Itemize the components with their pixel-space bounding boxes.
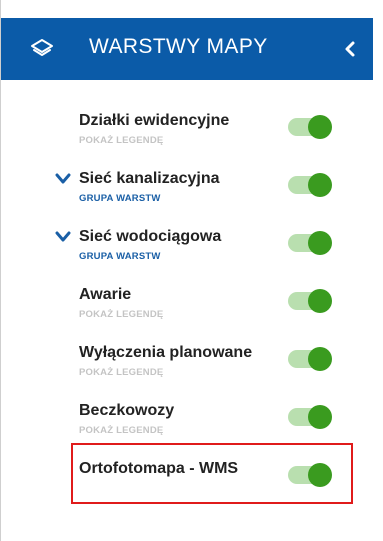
- layer-item: Działki ewidencyjne POKAŻ LEGENDĘ: [1, 100, 373, 158]
- layer-item: Ortofotomapa - WMS: [1, 448, 373, 506]
- layer-item: Beczkowozy POKAŻ LEGENDĘ: [1, 390, 373, 448]
- layer-visibility-toggle[interactable]: [288, 289, 332, 313]
- toggle-knob: [308, 347, 332, 371]
- layer-name: Sieć wodociągowa: [79, 228, 222, 245]
- layer-name: Beczkowozy: [79, 402, 175, 419]
- toggle-knob: [308, 231, 332, 255]
- layer-list: Działki ewidencyjne POKAŻ LEGENDĘ Sieć kan…: [1, 100, 373, 506]
- layer-item: Awarie POKAŻ LEGENDĘ: [1, 274, 373, 332]
- panel-header: WARSTWY MAPY: [1, 18, 373, 80]
- layer-item: Sieć wodociągowa GRUPA WARSTW: [1, 216, 373, 274]
- layer-item: Sieć kanalizacyjna GRUPA WARSTW: [1, 158, 373, 216]
- chevron-left-icon[interactable]: [342, 40, 358, 58]
- toggle-knob: [308, 289, 332, 313]
- show-legend-link[interactable]: POKAŻ LEGENDĘ: [79, 425, 163, 436]
- layer-name: Sieć kanalizacyjna: [79, 170, 220, 187]
- map-layers-panel: WARSTWY MAPY Działki ewidencyjne POKAŻ LE…: [0, 0, 373, 541]
- show-legend-link[interactable]: POKAŻ LEGENDĘ: [79, 309, 163, 320]
- layer-name: Wyłączenia planowane: [79, 344, 253, 361]
- layer-item: Wyłączenia planowane POKAŻ LEGENDĘ: [1, 332, 373, 390]
- chevron-down-icon[interactable]: [54, 172, 72, 186]
- layers-icon: [31, 39, 53, 56]
- show-legend-link[interactable]: POKAŻ LEGENDĘ: [79, 135, 163, 146]
- layer-name: Awarie: [79, 286, 132, 303]
- toggle-knob: [308, 115, 332, 139]
- toggle-knob: [308, 463, 332, 487]
- layer-visibility-toggle[interactable]: [288, 231, 332, 255]
- layer-visibility-toggle[interactable]: [288, 115, 332, 139]
- layer-name: Ortofotomapa - WMS: [79, 460, 239, 477]
- panel-title: WARSTWY MAPY: [89, 35, 268, 58]
- layer-visibility-toggle[interactable]: [288, 173, 332, 197]
- show-legend-link[interactable]: POKAŻ LEGENDĘ: [79, 367, 163, 378]
- layer-visibility-toggle[interactable]: [288, 405, 332, 429]
- layer-name: Działki ewidencyjne: [79, 112, 230, 129]
- layer-group-label: GRUPA WARSTW: [79, 251, 161, 262]
- layer-visibility-toggle[interactable]: [288, 463, 332, 487]
- layer-group-label: GRUPA WARSTW: [79, 193, 161, 204]
- toggle-knob: [308, 405, 332, 429]
- chevron-down-icon[interactable]: [54, 230, 72, 244]
- toggle-knob: [308, 173, 332, 197]
- layer-visibility-toggle[interactable]: [288, 347, 332, 371]
